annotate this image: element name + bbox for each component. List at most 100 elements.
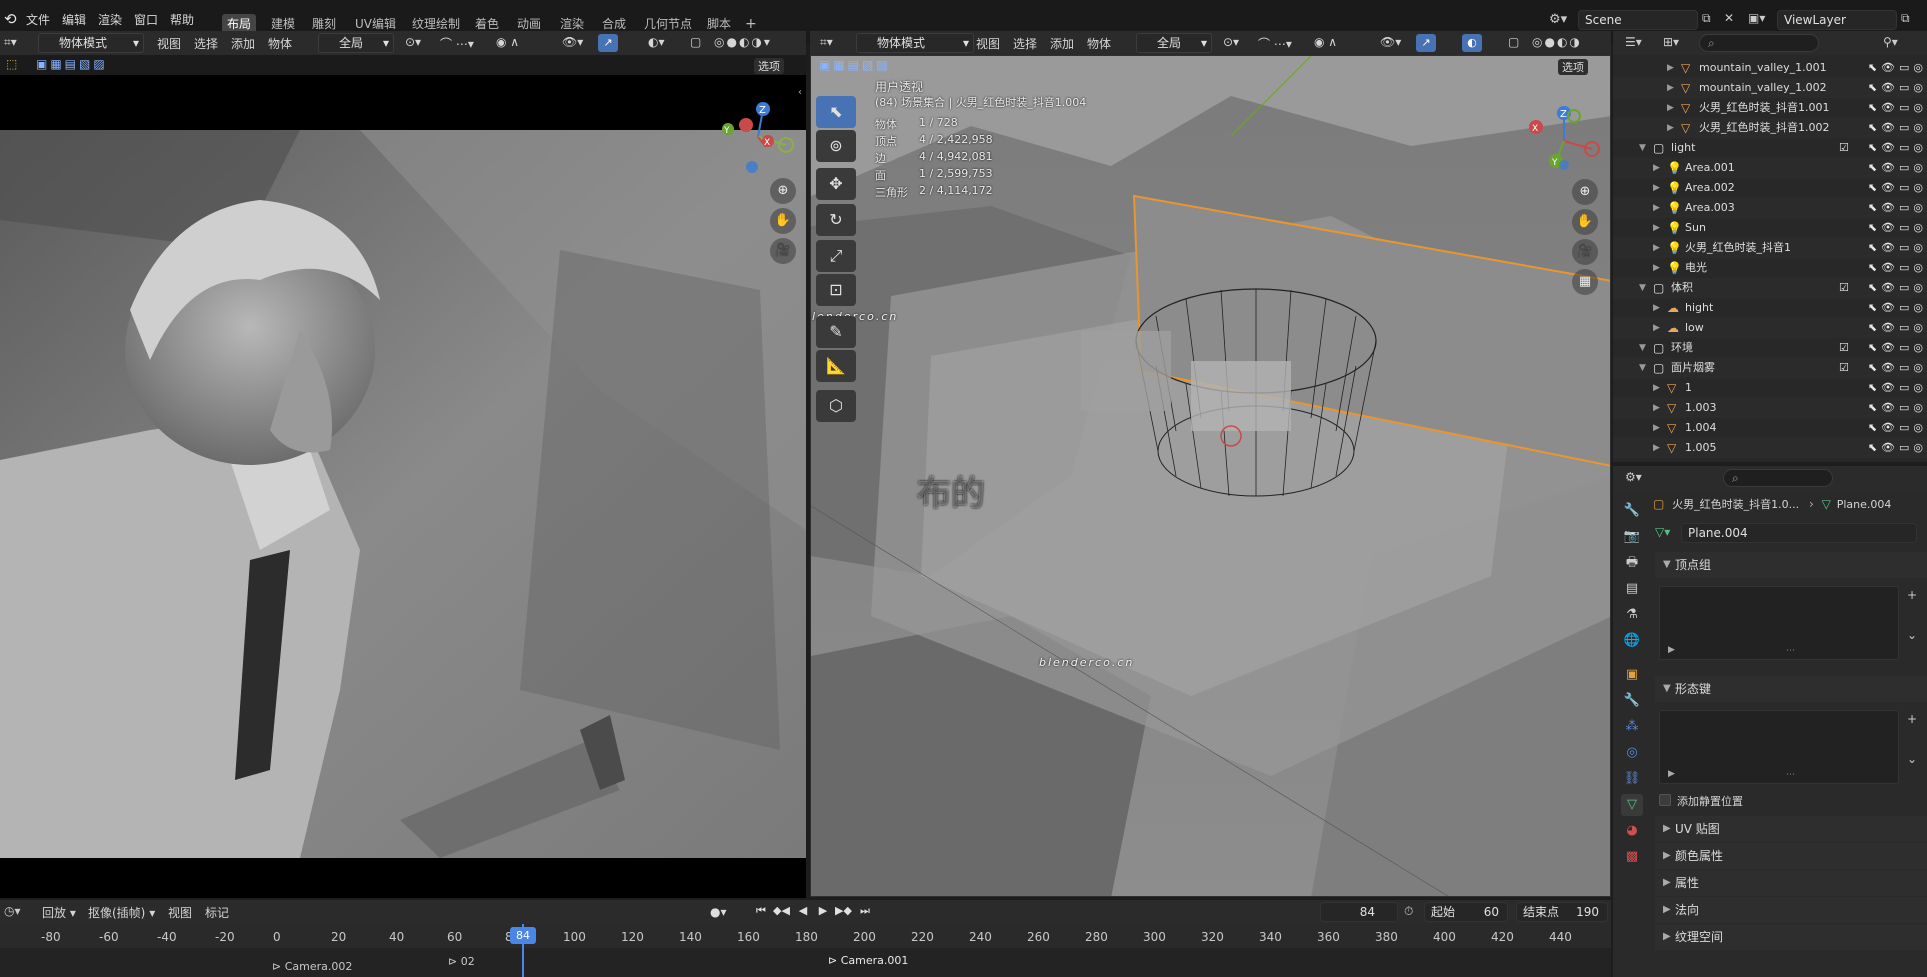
modifier-tab-icon[interactable]: 🔧 [1621, 690, 1643, 712]
annotate-tool-icon[interactable]: ✎ [816, 316, 856, 348]
menu-select-right[interactable]: 选择 [1013, 35, 1037, 52]
menu-playback[interactable]: 回放 ▾ [42, 904, 76, 921]
zoom-icon-right[interactable]: ⊕ [1572, 179, 1598, 205]
add-cube-tool-icon[interactable]: ⬡ [816, 390, 856, 422]
mesh-datablock-icon[interactable]: ▽▾ [1655, 525, 1670, 539]
pan-hand-icon[interactable]: ✋ [770, 208, 796, 234]
perspective-toggle-icon[interactable]: ▦ [1572, 269, 1598, 295]
blender-logo-icon[interactable]: ⟲ [4, 10, 17, 28]
proportional-edit-icon-right[interactable]: ◉ ∧ [1314, 35, 1337, 49]
menu-help[interactable]: 帮助 [170, 11, 194, 28]
normals-panel-header[interactable]: ▶ 法向 [1655, 897, 1927, 923]
scene-field[interactable]: Scene [1578, 10, 1698, 30]
exclude-checkbox[interactable]: ☑ [1839, 138, 1849, 158]
outliner-row[interactable]: ▶ 💡 火男_红色时装_抖音1 ⬉👁▭◎ [1613, 238, 1927, 258]
exclude-checkbox[interactable]: ☑ [1839, 338, 1849, 358]
shape-keys-panel-header[interactable]: ▼ 形态键 [1655, 676, 1927, 702]
display-mode-icon[interactable]: ⊞▾ [1663, 35, 1679, 49]
options-dropdown-right[interactable]: 选项 [1558, 59, 1588, 75]
shading-mode-icons-right[interactable]: ◎●◐◑ [1532, 35, 1582, 49]
new-viewlayer-icon[interactable]: ⧉ [1901, 11, 1910, 26]
expand-toggle-icon[interactable]: ▶ [1653, 198, 1660, 218]
expand-toggle-icon[interactable]: ▶ [1653, 258, 1660, 278]
breadcrumb-mesh[interactable]: Plane.004 [1837, 498, 1892, 511]
viewlayer-field[interactable]: ViewLayer [1777, 10, 1897, 30]
list-resize-handle-2[interactable]: ⋯ [1786, 770, 1795, 780]
world-tab-icon[interactable]: 🌐 [1621, 630, 1643, 652]
shading-mode-icons[interactable]: ◎●◐◑▾ [714, 35, 772, 49]
editor-type-icon-right[interactable]: ⌗▾ [820, 35, 833, 50]
end-frame-field[interactable]: 结束点 190 [1516, 902, 1608, 922]
expand-toggle-icon[interactable]: ▶ [1653, 318, 1660, 338]
outliner-row[interactable]: ▶ ▽ 1.003 ⬉👁▭◎ [1613, 398, 1927, 418]
menu-object[interactable]: 物体 [268, 35, 292, 52]
3d-viewport[interactable]: 用户透视 (84) 场景集合 | 火男_红色时装_抖音1.004 物体 1 / … [810, 55, 1611, 897]
visibility-toggle-icons[interactable]: ⬉👁▭◎ [1868, 298, 1927, 318]
visibility-toggle-icons[interactable]: ⬉👁▭◎ [1868, 98, 1927, 118]
visibility-toggle-icons[interactable]: ⬉👁▭◎ [1868, 138, 1927, 158]
vertex-group-menu-icon[interactable]: ⌄ [1907, 628, 1917, 642]
expand-toggle-icon[interactable]: ▼ [1639, 358, 1646, 378]
scale-tool-icon[interactable]: ⤢ [816, 240, 856, 272]
filter-icon[interactable]: ⚲▾ [1883, 35, 1898, 49]
visibility-toggle-icons[interactable]: ⬉👁▭◎ [1868, 278, 1927, 298]
outliner-row[interactable]: ▶ ▽ 1 ⬉👁▭◎ [1613, 378, 1927, 398]
camera-viewport[interactable]: ⬚ ▣▦▤▧▨ 选项 Z Y X ⊕ ✋ 🎥 ‹ [0, 55, 806, 898]
vertex-groups-list[interactable]: ▶ ⋯ [1659, 586, 1899, 660]
menu-select[interactable]: 选择 [194, 35, 218, 52]
expand-toggle-icon[interactable]: ▶ [1653, 238, 1660, 258]
current-frame-field[interactable]: 84 [1320, 902, 1398, 922]
outliner-row[interactable]: ▼ ▢ light ☑ ⬉👁▭◎ [1613, 138, 1927, 158]
preview-range-icon[interactable]: ⏱ [1404, 904, 1413, 919]
expand-toggle-icon[interactable]: ▶ [1653, 438, 1660, 458]
menu-view[interactable]: 视图 [157, 35, 181, 52]
outliner-row[interactable]: ▶ ▽ 1.004 ⬉👁▭◎ [1613, 418, 1927, 438]
scene-tab-icon[interactable]: ⚗ [1621, 604, 1643, 626]
texture-space-panel-header[interactable]: ▶ 纹理空间 [1655, 924, 1927, 950]
cursor-tool-icon[interactable]: ⊚ [816, 130, 856, 162]
tool-tab-icon[interactable]: 🔧 [1621, 500, 1643, 522]
zoom-icon[interactable]: ⊕ [770, 178, 796, 204]
list-resize-handle[interactable]: ⋯ [1786, 646, 1795, 656]
visibility-toggle-icons[interactable]: ⬉👁▭◎ [1868, 378, 1927, 398]
visibility-toggle-icons[interactable]: ⬉👁▭◎ [1868, 238, 1927, 258]
jump-start-icon[interactable]: ⏮ [753, 904, 769, 920]
select-box-icon[interactable]: ⬚ [6, 57, 17, 71]
pan-hand-icon-right[interactable]: ✋ [1572, 209, 1598, 235]
expand-toggle-icon[interactable]: ▶ [1667, 58, 1674, 78]
expand-toggle-icon[interactable]: ▶ [1653, 418, 1660, 438]
expand-toggle-icon[interactable]: ▶ [1667, 78, 1674, 98]
play-reverse-icon[interactable]: ◀ [795, 904, 811, 920]
render-tab-icon[interactable]: 📷 [1621, 526, 1643, 548]
marker-camera-002[interactable]: ⊳ Camera.002 [272, 960, 352, 973]
outliner-row[interactable]: ▶ ▽ 火男_红色时装_抖音1.002 ⬉👁▭◎ [1613, 118, 1927, 138]
visibility-toggle-icons[interactable]: ⬉👁▭◎ [1868, 178, 1927, 198]
list-expand-icon[interactable]: ▶ [1668, 645, 1675, 655]
frame-ruler[interactable]: -80-60-40-200204060884100120140160180200… [0, 924, 1611, 948]
expand-toggle-icon[interactable]: ▶ [1653, 218, 1660, 238]
scene-icon[interactable]: ⚙▾ [1549, 12, 1567, 27]
properties-search-input[interactable]: ⌕ [1723, 469, 1833, 487]
outliner-row[interactable]: ▶ ▽ 火男_红色时装_抖音1.001 ⬉👁▭◎ [1613, 98, 1927, 118]
menu-marker[interactable]: 标记 [205, 904, 229, 921]
visibility-toggle-icons[interactable]: ⬉👁▭◎ [1868, 438, 1927, 458]
expand-toggle-icon[interactable]: ▶ [1667, 98, 1674, 118]
viewlayer-icon[interactable]: ▣▾ [1748, 11, 1765, 25]
outliner-row[interactable]: ▶ 💡 Area.002 ⬉👁▭◎ [1613, 178, 1927, 198]
mesh-data-tab-icon[interactable]: ▽ [1621, 794, 1643, 816]
expand-toggle-icon[interactable]: ▶ [1653, 178, 1660, 198]
transform-tool-icon[interactable]: ⊡ [816, 274, 856, 306]
list-expand-icon-2[interactable]: ▶ [1668, 769, 1675, 779]
move-tool-icon[interactable]: ✥ [816, 168, 856, 200]
expand-toggle-icon[interactable]: ▼ [1639, 278, 1646, 298]
mode-dropdown-right[interactable]: 物体模式 ▾ [856, 33, 974, 53]
color-attributes-panel-header[interactable]: ▶ 颜色属性 [1655, 843, 1927, 869]
view-layer-tab-icon[interactable]: ▤ [1621, 578, 1643, 600]
options-dropdown[interactable]: 选项 [754, 58, 784, 74]
outliner-row[interactable]: ▶ ▽ mountain_valley_1.001 ⬉👁▭◎ [1613, 58, 1927, 78]
mesh-name-field[interactable]: Plane.004 [1681, 523, 1917, 543]
gizmo-toggle-icon[interactable]: ↗ [598, 34, 618, 52]
timeline-editor-icon[interactable]: ◷▾ [4, 904, 21, 918]
menu-add-right[interactable]: 添加 [1050, 35, 1074, 52]
navigation-gizmo[interactable]: Z Y X [718, 97, 798, 177]
